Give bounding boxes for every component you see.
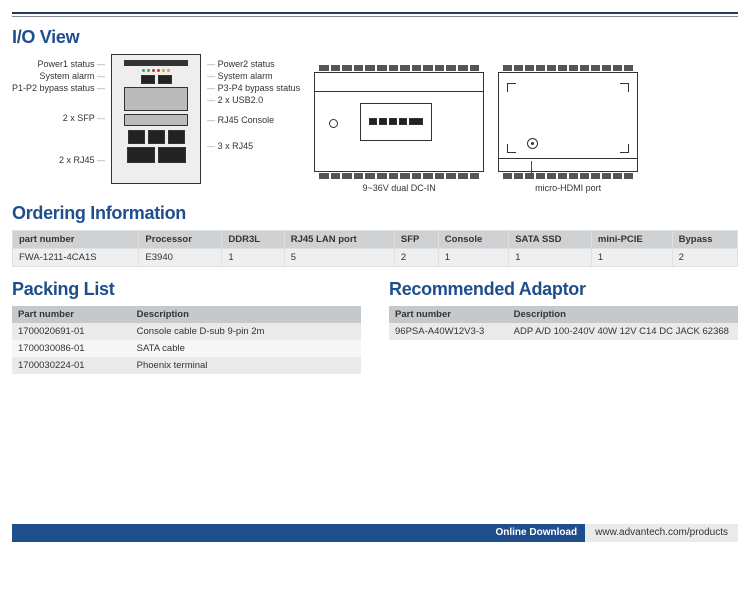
packing-table: Part number Description 1700020691-01Con… [12,306,361,374]
th-desc: Description [131,306,361,323]
th-minipcie: mini-PCIE [591,230,672,248]
adaptor-table: Part number Description 96PSA-A40W12V3-3… [389,306,738,340]
label-power1: Power1 status — [12,60,105,69]
caption-hdmi: micro-HDMI port [535,184,601,193]
th-processor: Processor [139,230,222,248]
section-packing: Packing List [12,279,361,300]
table-row: FWA-1211-4CA1S E3940 1 5 2 1 1 1 2 [13,248,738,266]
footer-url: www.advantech.com/products [585,524,738,542]
device-top-view: 9~36V dual DC-IN [314,72,484,193]
label-p1p2: P1-P2 bypass status — [12,84,105,93]
th-satassd: SATA SSD [509,230,592,248]
section-adaptor: Recommended Adaptor [389,279,738,300]
list-item: 96PSA-A40W12V3-3ADP A/D 100-240V 40W 12V… [389,323,738,340]
io-diagrams: Power1 status — System alarm — P1-P2 byp… [12,54,738,193]
th-partnumber: part number [13,230,139,248]
list-item: 1700020691-01Console cable D-sub 9-pin 2… [12,323,361,340]
section-io-view: I/O View [12,27,738,48]
label-usb2: — 2 x USB2.0 [207,96,300,105]
device-side-view: micro-HDMI port [498,72,638,193]
list-item: 1700030086-01SATA cable [12,340,361,357]
label-2rj45: 2 x RJ45 — [12,156,105,165]
label-3rj45: — 3 x RJ45 [207,142,300,151]
list-item: 1700030224-01Phoenix terminal [12,357,361,374]
th-sfp: SFP [394,230,438,248]
label-2sfp: 2 x SFP — [12,114,105,123]
th-console: Console [438,230,508,248]
th-bypass: Bypass [672,230,737,248]
label-rj45-console: — RJ45 Console [207,116,300,125]
label-power2: — Power2 status [207,60,300,69]
th-pn: Part number [389,306,508,323]
label-sys-alarm-l: System alarm — [12,72,105,81]
device-front-view [111,54,201,184]
ordering-table: part number Processor DDR3L RJ45 LAN por… [12,230,738,267]
th-rj45lan: RJ45 LAN port [284,230,394,248]
caption-dcin: 9~36V dual DC-IN [362,184,435,193]
th-desc: Description [508,306,738,323]
footer: Online Download www.advantech.com/produc… [12,524,738,542]
section-ordering: Ordering Information [12,203,738,224]
th-ddr3l: DDR3L [222,230,284,248]
label-sys-alarm-r: — System alarm [207,72,300,81]
label-p3p4: — P3-P4 bypass status [207,84,300,93]
th-pn: Part number [12,306,131,323]
footer-label: Online Download [487,524,585,542]
